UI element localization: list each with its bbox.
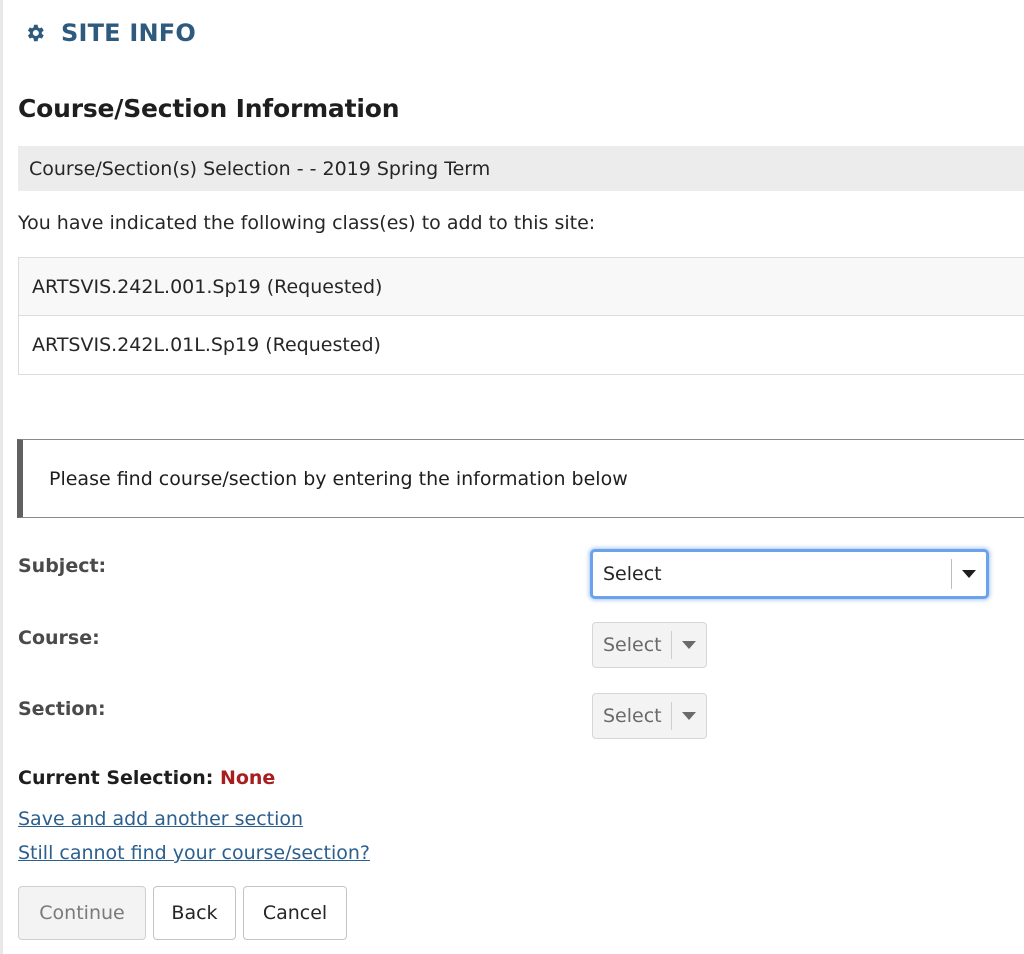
subject-label: Subject: xyxy=(18,555,107,577)
subject-select-value: Select xyxy=(603,563,662,585)
current-selection-label: Current Selection: xyxy=(18,767,214,789)
course-select[interactable]: Select xyxy=(592,622,707,668)
back-button[interactable]: Back xyxy=(153,886,236,940)
continue-button[interactable]: Continue xyxy=(18,886,146,940)
tool-header: SITE INFO xyxy=(24,16,196,50)
caret-down-icon xyxy=(952,569,986,579)
class-list-item: ARTSVIS.242L.01L.Sp19 (Requested) xyxy=(19,316,1024,374)
cancel-button[interactable]: Cancel xyxy=(243,886,347,940)
save-add-another-link[interactable]: Save and add another section xyxy=(18,808,303,830)
gear-icon xyxy=(24,22,46,44)
class-list-item: ARTSVIS.242L.001.Sp19 (Requested) xyxy=(19,258,1024,316)
term-bar: Course/Section(s) Selection - - 2019 Spr… xyxy=(18,146,1024,191)
course-label: Course: xyxy=(18,627,100,649)
intro-text: You have indicated the following class(e… xyxy=(18,212,596,234)
section-select-value: Select xyxy=(603,705,662,727)
caret-down-icon xyxy=(672,640,706,650)
info-message: Please find course/section by entering t… xyxy=(17,439,1024,518)
course-select-value: Select xyxy=(603,634,662,656)
left-border xyxy=(0,0,3,954)
page-title: Course/Section Information xyxy=(18,94,400,123)
caret-down-icon xyxy=(672,711,706,721)
current-selection: Current Selection: None xyxy=(18,767,275,789)
subject-select[interactable]: Select xyxy=(590,549,989,599)
cannot-find-course-link[interactable]: Still cannot find your course/section? xyxy=(18,842,370,864)
class-list: ARTSVIS.242L.001.Sp19 (Requested) ARTSVI… xyxy=(18,257,1024,375)
section-label: Section: xyxy=(18,698,106,720)
tool-title: SITE INFO xyxy=(61,19,196,47)
section-select[interactable]: Select xyxy=(592,693,707,739)
current-selection-value: None xyxy=(219,767,276,789)
